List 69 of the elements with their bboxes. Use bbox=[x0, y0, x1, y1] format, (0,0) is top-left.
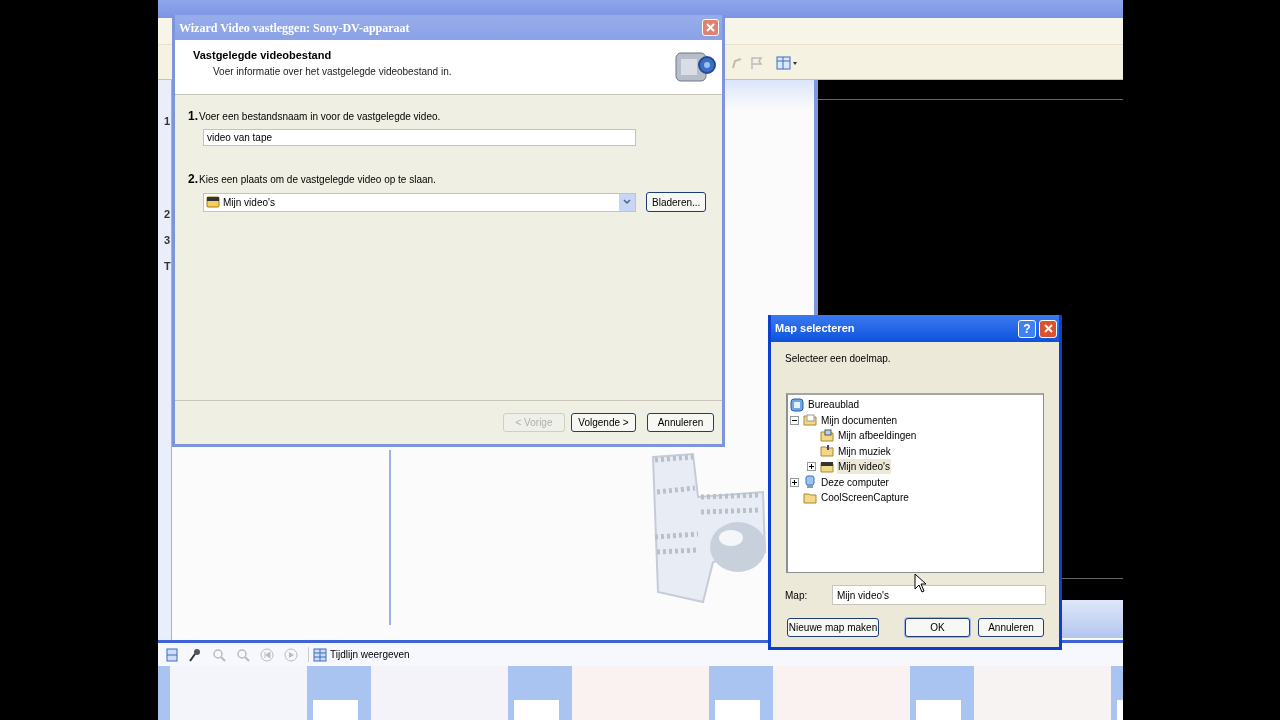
wizard-header-title: Vastgelegde videobestand bbox=[193, 48, 333, 63]
step-prompt: Kies een plaats om de vastgelegde video op te slaan. bbox=[199, 173, 436, 187]
view-menu-icon[interactable] bbox=[776, 56, 798, 70]
storyboard-frame[interactable] bbox=[773, 666, 910, 720]
dialog-button[interactable]: Annuleren bbox=[978, 618, 1044, 637]
browse-button[interactable]: Bladeren... bbox=[646, 192, 707, 212]
close-icon bbox=[1043, 324, 1053, 333]
folder-field[interactable]: Mijn video's bbox=[832, 585, 1046, 605]
transition-tile[interactable] bbox=[313, 700, 358, 720]
video-folder-icon bbox=[820, 459, 834, 474]
folder-label: Map: bbox=[785, 588, 809, 603]
documents-folder-icon bbox=[803, 413, 817, 428]
chevron-down-icon bbox=[623, 199, 631, 205]
wizard-button[interactable]: Volgende > bbox=[571, 413, 636, 432]
transition-tile[interactable] bbox=[916, 700, 961, 720]
tree-item[interactable]: Mijn video's bbox=[837, 459, 891, 475]
pictures-folder-icon bbox=[820, 428, 834, 443]
tree-toggle[interactable] bbox=[807, 462, 816, 472]
wizard-header-subtitle: Voer informatie over het vastgelegde videobestand in. bbox=[212, 64, 452, 79]
task-pane-text: 2 bbox=[164, 209, 171, 220]
show-timeline-button[interactable]: Tijdlijn weergeven bbox=[308, 647, 410, 662]
storyboard-frame[interactable] bbox=[371, 666, 508, 720]
tree-item[interactable]: Bureaublad bbox=[807, 397, 861, 413]
play-icon[interactable] bbox=[284, 647, 298, 662]
transition-tile[interactable] bbox=[514, 700, 559, 720]
storyboard-frame[interactable] bbox=[974, 666, 1111, 720]
task-pane-text: T bbox=[164, 261, 171, 272]
help-button[interactable]: ? bbox=[1018, 319, 1036, 338]
task-pane-text: 1 bbox=[164, 116, 171, 127]
window-title: Wizard Video vastleggen: Sony-DV-apparaat bbox=[179, 19, 410, 37]
rewind-icon[interactable] bbox=[260, 647, 274, 662]
desktop-icon bbox=[790, 397, 804, 412]
plus-icon bbox=[792, 479, 797, 485]
close-button[interactable] bbox=[702, 19, 719, 36]
step-number: 2. bbox=[188, 171, 198, 188]
transition-tile[interactable] bbox=[715, 700, 760, 720]
computer-icon bbox=[803, 475, 817, 490]
tree-item[interactable]: CoolScreenCapture bbox=[820, 490, 910, 506]
flag-icon[interactable] bbox=[750, 56, 764, 70]
storyboard-frame[interactable] bbox=[572, 666, 709, 720]
dialog-prompt: Selecteer een doelmap. bbox=[784, 352, 892, 366]
plus-icon bbox=[809, 464, 814, 470]
dropdown-value: Mijn video's bbox=[223, 195, 275, 210]
music-folder-icon bbox=[820, 444, 834, 459]
window-title: Map selecteren bbox=[775, 321, 855, 337]
tree-item[interactable]: Mijn muziek bbox=[837, 443, 892, 459]
close-icon bbox=[706, 23, 715, 32]
close-button[interactable] bbox=[1039, 319, 1057, 338]
zoom-out-icon[interactable] bbox=[236, 647, 250, 662]
tree-item[interactable]: Deze computer bbox=[820, 474, 890, 490]
location-dropdown[interactable]: Mijn video's bbox=[203, 192, 636, 212]
timeline-icon bbox=[313, 647, 327, 662]
tree-item[interactable]: Mijn afbeeldingen bbox=[837, 428, 918, 444]
redo-icon[interactable] bbox=[730, 56, 744, 70]
storyboard-icon[interactable] bbox=[166, 647, 178, 662]
tree-item[interactable]: Mijn documenten bbox=[820, 412, 899, 428]
step-number: 1. bbox=[188, 108, 198, 125]
minus-icon bbox=[792, 417, 797, 423]
zoom-in-icon[interactable] bbox=[212, 647, 226, 662]
dialog-button[interactable]: OK bbox=[905, 618, 970, 637]
step-prompt: Voer een bestandsnaam in voor de vastgelegde video. bbox=[199, 110, 441, 124]
video-folder-icon bbox=[206, 196, 220, 208]
tree-toggle[interactable] bbox=[790, 415, 799, 425]
dialog-button[interactable]: Nieuwe map maken bbox=[787, 618, 879, 637]
microphone-icon[interactable] bbox=[188, 647, 202, 662]
task-pane-text: 3 bbox=[164, 235, 171, 246]
filename-field[interactable]: video van tape bbox=[203, 129, 636, 146]
wizard-button[interactable]: Annuleren bbox=[647, 413, 714, 432]
tree-toggle[interactable] bbox=[790, 477, 799, 487]
